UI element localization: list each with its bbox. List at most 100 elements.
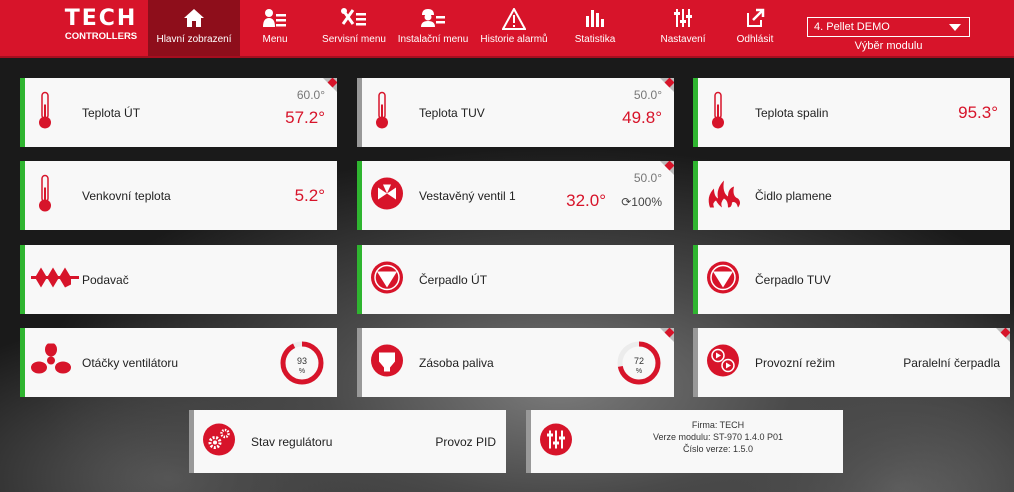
valve-opening-value: 100% [631,195,662,209]
nav-logout[interactable]: Odhlásit [728,0,782,56]
logo-subtext: CONTROLLERS [64,31,138,42]
tile-boiler-temperature[interactable]: Teplota ÚT 60.0° 57.2° [20,78,337,147]
setpoint-temperature: 60.0° [296,88,325,102]
fan-speed-gauge: 93 % [279,340,325,391]
tech-logo: TECH CONTROLLERS [60,7,142,53]
pump-icon [706,260,740,299]
nav-label: Historie alarmů [480,34,548,45]
tile-label: Podavač [82,272,129,287]
fan-icon [31,342,71,382]
nav-label: Menu [262,34,288,45]
module-select-caption: Výběr modulu [854,40,923,52]
user-menu-icon [255,0,295,30]
valve-opening: ⟳100% [621,195,662,209]
tile-dhw-pump[interactable]: Čerpadlo TUV [693,245,1010,314]
tile-label: Teplota TUV [419,105,485,120]
edit-corner-icon[interactable] [660,161,674,175]
info-company: Firma: TECH [691,420,745,430]
module-select-value: 4. Pellet DEMO [814,21,890,33]
top-navigation-bar: TECH CONTROLLERS Hlavní zobrazení Menu S… [0,0,1014,58]
gauge-unit: % [299,368,305,375]
tile-label: Otáčky ventilátoru [82,355,179,370]
info-module-version: Verze modulu: ST-970 1.4.0 P01 [652,432,784,442]
edit-corner-icon[interactable] [660,328,674,342]
feeder-icon [31,264,79,295]
gauge-unit: % [636,368,642,375]
tile-builtin-valve[interactable]: Vestavěný ventil 1 50.0° 32.0° ⟳100% [357,161,674,230]
logo-text: TECH [64,6,138,31]
flame-icon [706,178,742,213]
tile-operating-mode[interactable]: Provozní režim Paralelní čerpadla [693,328,1010,397]
gauge-value: 72 [634,356,644,366]
valve-icon [370,176,404,215]
thermometer-icon [372,90,392,135]
module-select[interactable]: 4. Pellet DEMO [807,17,970,37]
tile-fuel-level[interactable]: Zásoba paliva 72 % [357,328,674,397]
info-version-number: Číslo verze: 1.5.0 [682,444,754,454]
nav-label: Instalační menu [397,34,469,45]
current-temperature: 49.8° [622,108,662,127]
warning-icon [473,0,555,30]
tile-fan-speed[interactable]: Otáčky ventilátoru 93 % [20,328,337,397]
setpoint-temperature: 50.0° [633,171,662,185]
tile-dhw-temperature[interactable]: Teplota TUV 50.0° 49.8° [357,78,674,147]
tools-menu-icon [315,0,393,30]
tile-label: Provozní režim [755,355,836,370]
nav-installer-menu[interactable]: Instalační menu [393,0,473,56]
installer-menu-icon [393,0,473,30]
thermometer-icon [35,90,55,135]
module-info-text: Firma: TECH Verze modulu: ST-970 1.4.0 P… [593,419,843,455]
fuel-level-gauge: 72 % [616,340,662,391]
nav-label: Statistika [574,34,616,45]
tile-label: Čerpadlo TUV [755,272,831,287]
statistics-icon [567,0,623,30]
tile-boiler-pump[interactable]: Čerpadlo ÚT [357,245,674,314]
current-temperature: 57.2° [285,108,325,127]
tile-flame-sensor[interactable]: Čidlo plamene [693,161,1010,230]
nav-alarm-history[interactable]: Historie alarmů [473,0,555,56]
nav-main-view[interactable]: Hlavní zobrazení [148,0,240,56]
controller-state-value: Provoz PID [435,434,496,449]
current-temperature: 95.3° [958,102,998,122]
chevron-down-icon [949,24,961,31]
current-temperature: 5.2° [294,185,325,205]
rotate-icon: ⟳ [621,195,632,209]
nav-service-menu[interactable]: Servisní menu [315,0,393,56]
nav-settings[interactable]: Nastavení [655,0,711,56]
logout-icon [728,0,782,30]
tile-outdoor-temperature[interactable]: Venkovní teplota 5.2° [20,161,337,230]
tile-label: Teplota spalin [755,105,829,120]
nav-label: Hlavní zobrazení [156,34,232,45]
tile-label: Čerpadlo ÚT [419,272,488,287]
setpoint-temperature: 50.0° [633,88,662,102]
nav-statistics[interactable]: Statistika [567,0,623,56]
thermometer-icon [708,90,728,135]
nav-menu[interactable]: Menu [255,0,295,56]
gauge-value: 93 [297,356,307,366]
tile-controller-state[interactable]: Stav regulátoru Provoz PID [189,410,506,473]
tile-label: Stav regulátoru [251,434,333,449]
tile-label: Vestavěný ventil 1 [419,188,516,203]
tile-module-info: Firma: TECH Verze modulu: ST-970 1.4.0 P… [526,410,843,473]
pump-icon [370,260,404,299]
gears-icon [202,422,236,461]
edit-corner-icon[interactable] [996,328,1010,342]
fuel-hopper-icon [370,343,404,382]
home-icon [148,0,240,30]
edit-corner-icon[interactable] [660,78,674,92]
nav-label: Servisní menu [322,34,386,45]
sliders-icon [655,0,711,30]
thermometer-icon [35,173,55,218]
tile-flue-gas-temperature[interactable]: Teplota spalin 95.3° [693,78,1010,147]
nav-label: Odhlásit [736,34,774,45]
tile-feeder[interactable]: Podavač [20,245,337,314]
tile-label: Venkovní teplota [82,188,171,203]
sliders-icon [539,422,573,461]
edit-corner-icon[interactable] [323,78,337,92]
tile-label: Čidlo plamene [755,188,832,203]
current-temperature: 32.0° [566,191,606,210]
tile-label: Zásoba paliva [419,355,494,370]
tile-label: Teplota ÚT [82,105,141,120]
operating-mode-value: Paralelní čerpadla [903,355,1000,370]
operating-mode-icon [706,343,740,382]
